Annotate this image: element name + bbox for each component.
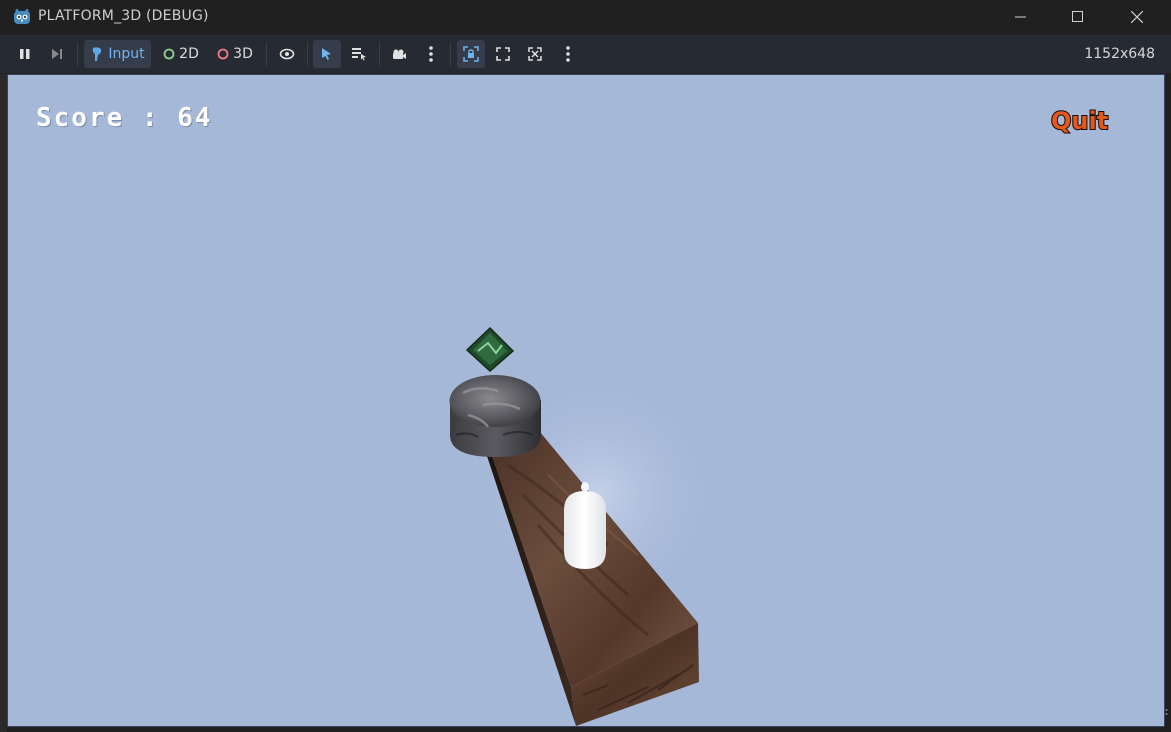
input-label: Input [108, 46, 145, 62]
eye-icon [279, 48, 295, 60]
camera-icon [393, 49, 406, 59]
2d-toggle-button[interactable]: 2D [158, 40, 204, 68]
minimize-icon [1015, 16, 1026, 18]
3d-toggle-button[interactable]: 3D [212, 40, 258, 68]
toolbar-separator [77, 42, 78, 66]
more-vertical-icon [566, 46, 570, 62]
toolbar-separator [450, 42, 451, 66]
2d-label: 2D [179, 46, 199, 62]
more-options-button[interactable] [418, 40, 444, 68]
cursor-icon [322, 48, 331, 60]
expand-icon [496, 47, 510, 61]
camera-button[interactable] [385, 40, 413, 68]
toolbar-separator [266, 42, 267, 66]
score-label: Score : 64 [36, 103, 213, 133]
game-viewport[interactable]: Score : 64 Quit [7, 74, 1165, 727]
collectible-gem [465, 326, 515, 373]
input-toggle-button[interactable]: Input [84, 40, 151, 68]
window-left-edge [0, 74, 7, 732]
maximize-icon [1072, 11, 1083, 22]
next-frame-icon [52, 49, 62, 59]
quit-button[interactable]: Quit [1050, 106, 1109, 136]
game-window: PLATFORM_3D (DEBUG) Input 2D 3D 1152x648… [0, 0, 1171, 732]
close-icon [1131, 11, 1143, 23]
more-vertical-icon [429, 46, 433, 62]
circle-3d-icon [217, 48, 229, 60]
circle-2d-icon [163, 48, 175, 60]
title-bar: PLATFORM_3D (DEBUG) [0, 0, 1171, 34]
3d-scene [449, 326, 718, 726]
player-capsule [564, 482, 606, 569]
list-select-button[interactable] [345, 40, 373, 68]
fit-icon [528, 47, 542, 61]
select-button[interactable] [313, 40, 341, 68]
list-icon [352, 48, 366, 61]
camera-lock-icon [463, 46, 479, 62]
3d-label: 3D [233, 46, 253, 62]
visibility-button[interactable] [273, 40, 301, 68]
resize-grip-icon[interactable] [1164, 708, 1169, 718]
toolbar-separator [379, 42, 380, 66]
camera-override-button[interactable] [457, 40, 485, 68]
next-frame-button[interactable] [44, 40, 70, 68]
window-title: PLATFORM_3D (DEBUG) [38, 8, 209, 24]
minimize-button[interactable] [992, 0, 1050, 34]
stone-pillar [449, 375, 541, 457]
input-icon [93, 47, 102, 61]
pause-icon [20, 49, 30, 59]
resolution-readout: 1152x648 [1084, 46, 1155, 62]
maximize-button[interactable] [1049, 0, 1107, 34]
close-button[interactable] [1108, 0, 1166, 34]
debug-toolbar: Input 2D 3D 1152x648 [0, 35, 1171, 73]
fit-button[interactable] [521, 40, 549, 68]
toolbar-separator [307, 42, 308, 66]
pause-button[interactable] [12, 40, 38, 68]
more-options-button-2[interactable] [555, 40, 581, 68]
godot-icon [14, 9, 30, 24]
fullscreen-button[interactable] [489, 40, 517, 68]
